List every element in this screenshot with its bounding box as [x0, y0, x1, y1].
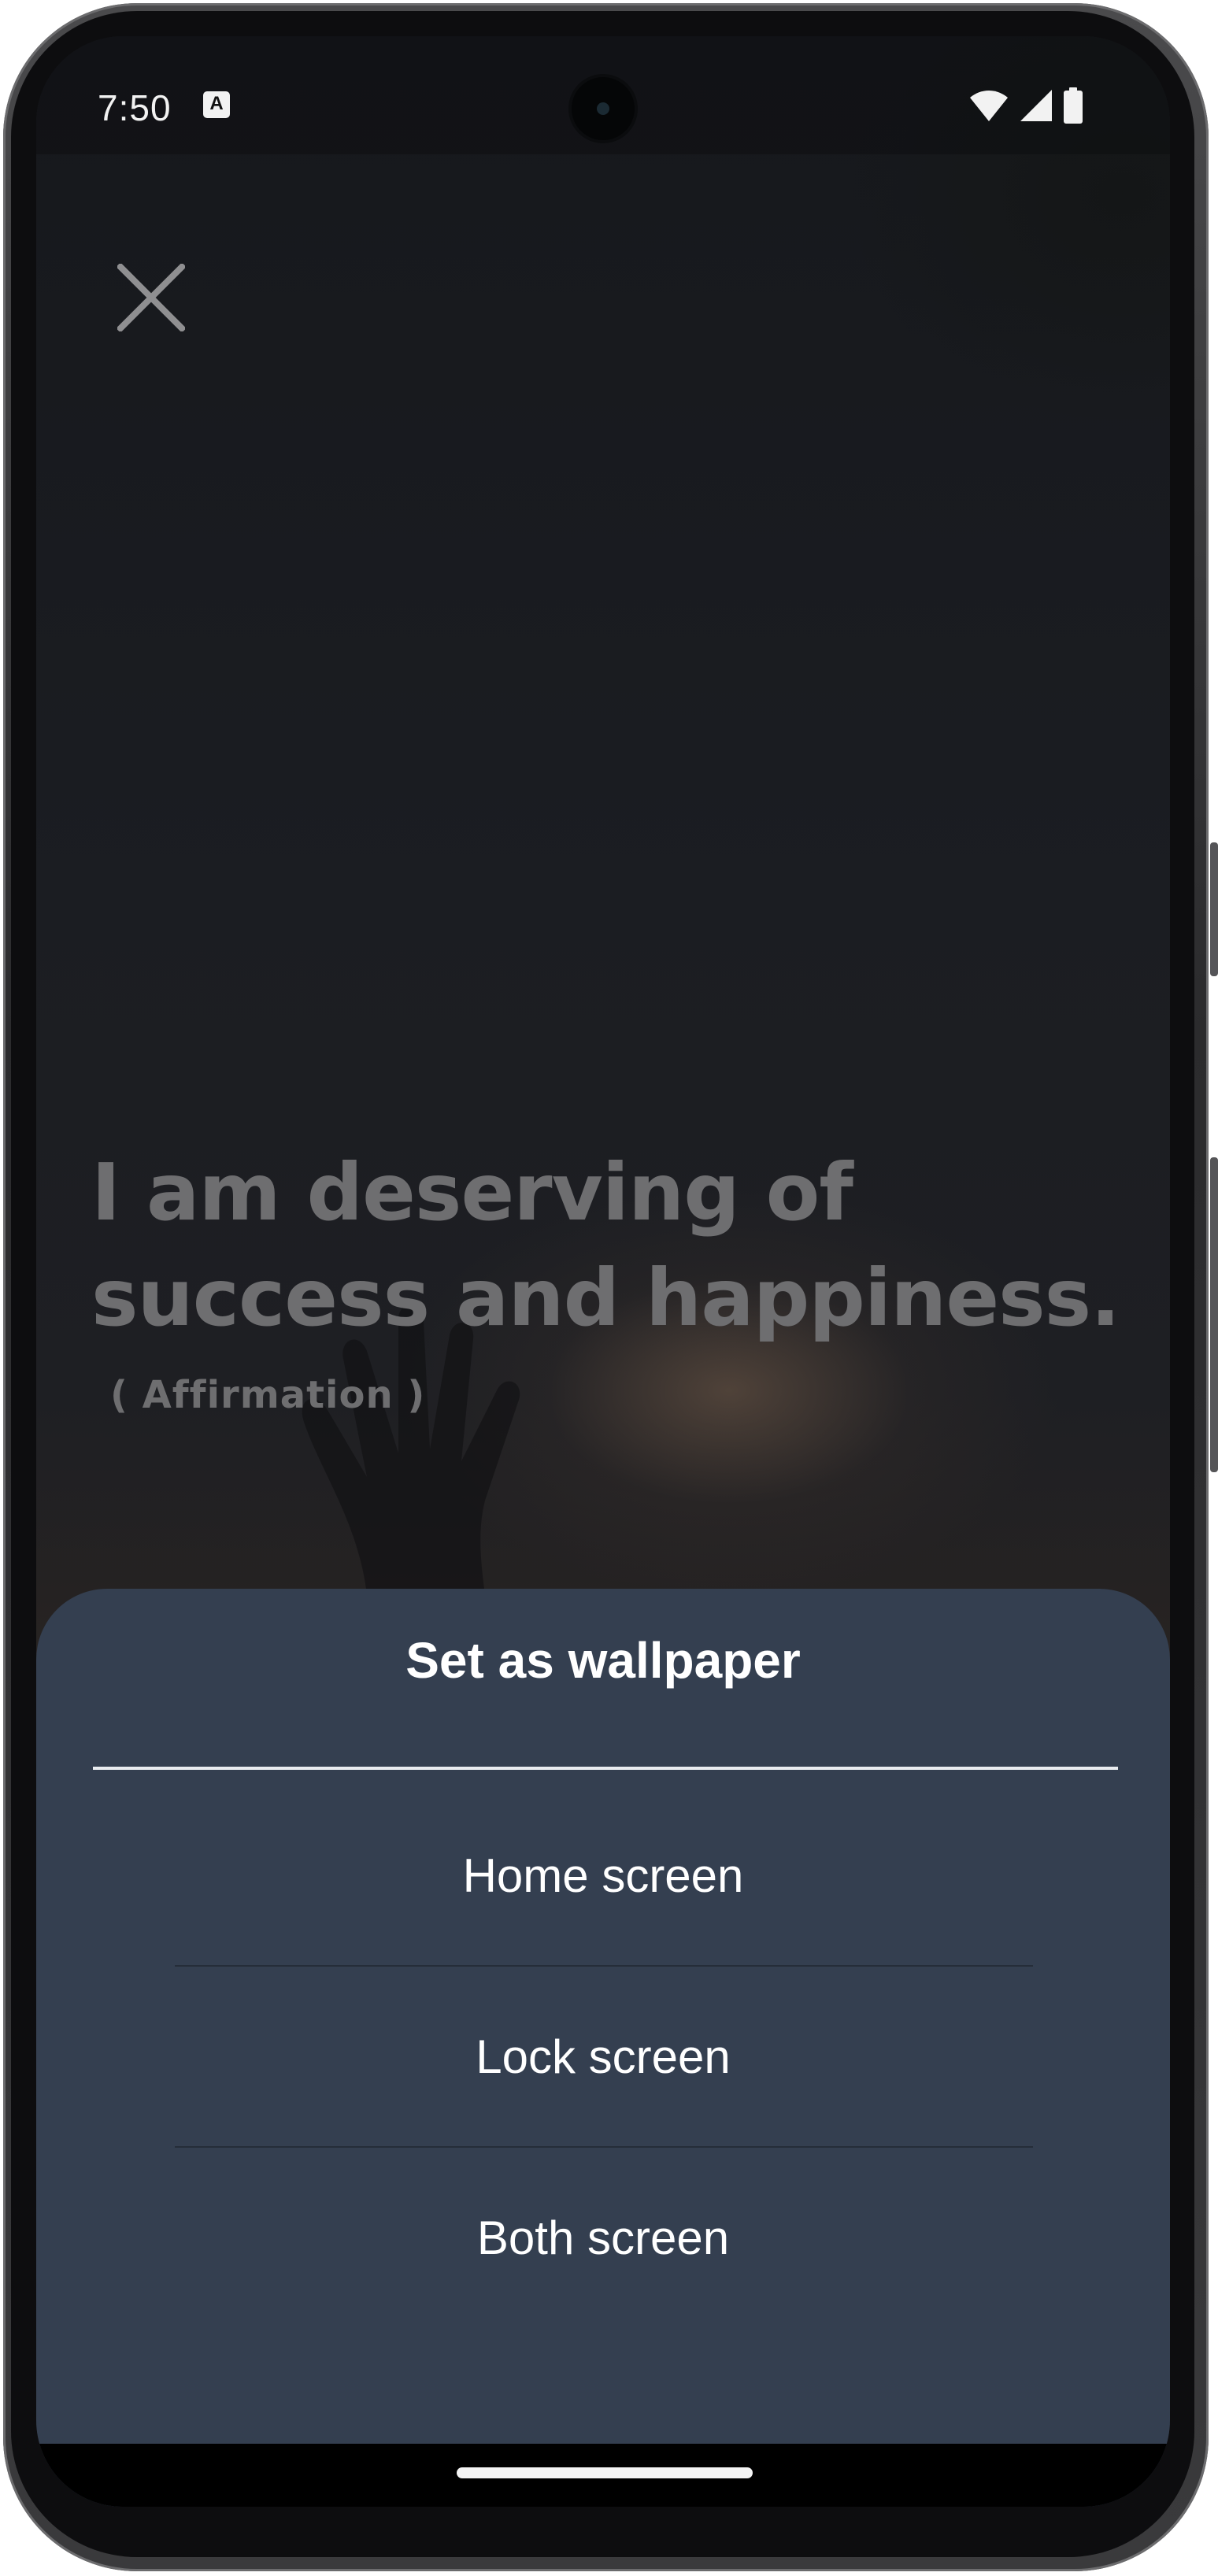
quote-line-2: success and happiness.: [91, 1252, 1120, 1344]
quote-line-1: I am deserving of: [91, 1146, 853, 1238]
close-button[interactable]: [112, 258, 191, 337]
status-bar: 7:50 A: [36, 36, 1170, 154]
cellular-signal-icon: [1020, 90, 1052, 121]
quote-category: ( Affirmation ): [110, 1373, 426, 1417]
both-screen-option[interactable]: Both screen: [36, 2148, 1170, 2329]
home-indicator[interactable]: [457, 2467, 753, 2478]
wifi-icon: [970, 91, 1008, 121]
title-divider: [93, 1767, 1118, 1770]
front-camera: [572, 77, 635, 140]
status-icons: [968, 87, 1083, 124]
screen: 7:50 A I am deserving of success and hap…: [36, 36, 1170, 2507]
power-button: [1210, 842, 1218, 976]
close-icon: [117, 264, 185, 331]
affirmation-quote: I am deserving of success and happiness.: [91, 1140, 1120, 1351]
phone-device: 7:50 A I am deserving of success and hap…: [0, 0, 1218, 2576]
accessibility-notification-icon: A: [203, 91, 230, 118]
set-wallpaper-sheet: Set as wallpaper Home screen Lock screen…: [36, 1589, 1170, 2507]
navigation-bar: [36, 2444, 1170, 2507]
lock-screen-option[interactable]: Lock screen: [36, 1967, 1170, 2148]
home-screen-option[interactable]: Home screen: [36, 1786, 1170, 1967]
status-time: 7:50: [98, 87, 172, 128]
sheet-title: Set as wallpaper: [405, 1632, 801, 1689]
volume-button: [1210, 1157, 1218, 1472]
battery-icon: [1064, 87, 1083, 124]
